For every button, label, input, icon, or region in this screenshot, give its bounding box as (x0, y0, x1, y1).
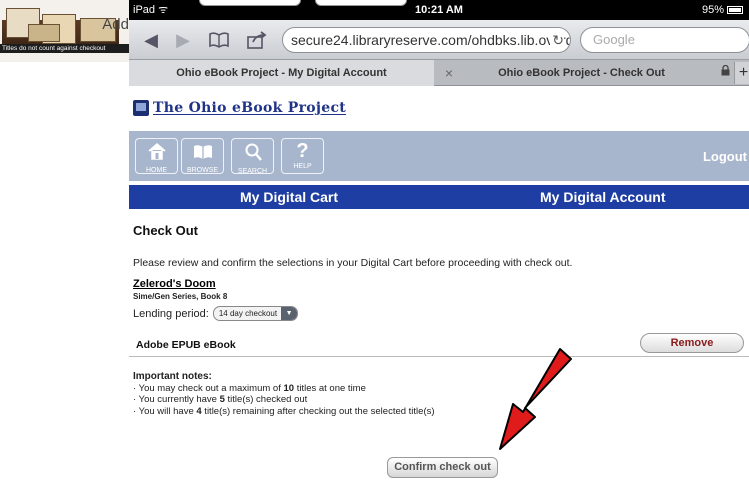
help-icon: ? (296, 140, 309, 162)
important-notes: Important notes: · You may check out a m… (133, 371, 435, 417)
nav-search-label: SEARCH (237, 168, 268, 175)
lending-period-row: Lending period: 14 day checkout ▼ (133, 306, 299, 321)
back-icon[interactable]: ◀ (137, 28, 165, 52)
status-bar: iPad ᯤ 10:21 AM 95% (129, 0, 749, 20)
browser-toolbar: ◀ ▶ secure24.libraryreserve.com/ohdbks.l… (129, 20, 749, 60)
bookmarks-icon[interactable] (205, 28, 233, 54)
nav-home-button[interactable]: HOME (135, 138, 178, 174)
nav-help-button[interactable]: ? HELP (281, 138, 324, 174)
reload-icon[interactable]: ↻ (550, 28, 564, 52)
site-nav-band: HOME BROWSE SEARCH ? HELP Logout (129, 131, 749, 181)
checkout-intro-text: Please review and confirm the selections… (133, 257, 573, 269)
format-label: Adobe EPUB eBook (136, 339, 236, 351)
remove-button[interactable]: Remove (640, 333, 744, 353)
note-max-titles: · You may check out a maximum of 10 titl… (133, 382, 366, 394)
site-logo[interactable]: The Ohio eBook Project (133, 95, 346, 121)
close-tab-icon[interactable]: × (434, 60, 464, 86)
battery-percent: 95% (701, 4, 724, 16)
nav-help-label: HELP (293, 163, 312, 170)
book-thumbnail-strip: Add Titles do not count against checkout (0, 0, 129, 62)
account-nav-bar: My Digital Cart My Digital Account (129, 185, 749, 209)
search-icon (232, 140, 273, 167)
note-remaining-titles: · You will have 4 title(s) remaining aft… (133, 405, 435, 417)
nav-browse-button[interactable]: BROWSE (181, 138, 224, 174)
nav-browse-label: BROWSE (186, 167, 219, 174)
new-tab-button[interactable]: + (734, 62, 749, 84)
share-icon[interactable] (243, 28, 271, 55)
browse-icon (182, 140, 223, 166)
nav-search-button[interactable]: SEARCH (231, 138, 274, 175)
add-text: Add (102, 16, 129, 33)
my-digital-account-link[interactable]: My Digital Account (540, 185, 666, 209)
tab-check-out[interactable]: Ohio eBook Project - Check Out (464, 60, 699, 86)
lending-period-select[interactable]: 14 day checkout ▼ (212, 306, 299, 321)
tab-bar: Ohio eBook Project - My Digital Account … (129, 60, 749, 86)
divider (129, 356, 749, 357)
book-title-link[interactable]: Zelerod's Doom (133, 278, 216, 290)
chevron-down-icon: ▼ (281, 307, 298, 320)
notes-heading: Important notes: (133, 371, 212, 382)
book-icon (133, 100, 149, 116)
forward-icon[interactable]: ▶ (169, 28, 197, 52)
lending-period-value: 14 day checkout (218, 309, 278, 318)
nav-home-label: HOME (146, 167, 167, 174)
clock: 10:21 AM (415, 4, 463, 16)
note-current-titles: · You currently have 5 title(s) checked … (133, 394, 308, 405)
page-title: Check Out (133, 223, 199, 238)
lending-period-label: Lending period: (133, 307, 209, 320)
book-series-label: Sime/Gen Series, Book 8 (133, 292, 228, 301)
thumbnail-caption: Titles do not count against checkout (0, 44, 129, 53)
home-icon (136, 140, 177, 166)
battery-icon (727, 6, 743, 14)
lock-icon (721, 60, 730, 86)
url-field[interactable]: secure24.libraryreserve.com/ohdbks.lib.o… (282, 27, 571, 53)
search-input[interactable]: Google (580, 27, 749, 53)
confirm-checkout-button[interactable]: Confirm check out (387, 457, 498, 478)
logout-link[interactable]: Logout (703, 149, 747, 164)
url-text: secure24.libraryreserve.com/ohdbks.lib.o… (291, 32, 571, 48)
battery-indicator: 95% (702, 0, 743, 20)
logo-text: The Ohio eBook Project (153, 100, 347, 116)
tab-my-digital-account[interactable]: Ohio eBook Project - My Digital Account (129, 60, 434, 86)
my-digital-cart-link[interactable]: My Digital Cart (240, 185, 338, 209)
